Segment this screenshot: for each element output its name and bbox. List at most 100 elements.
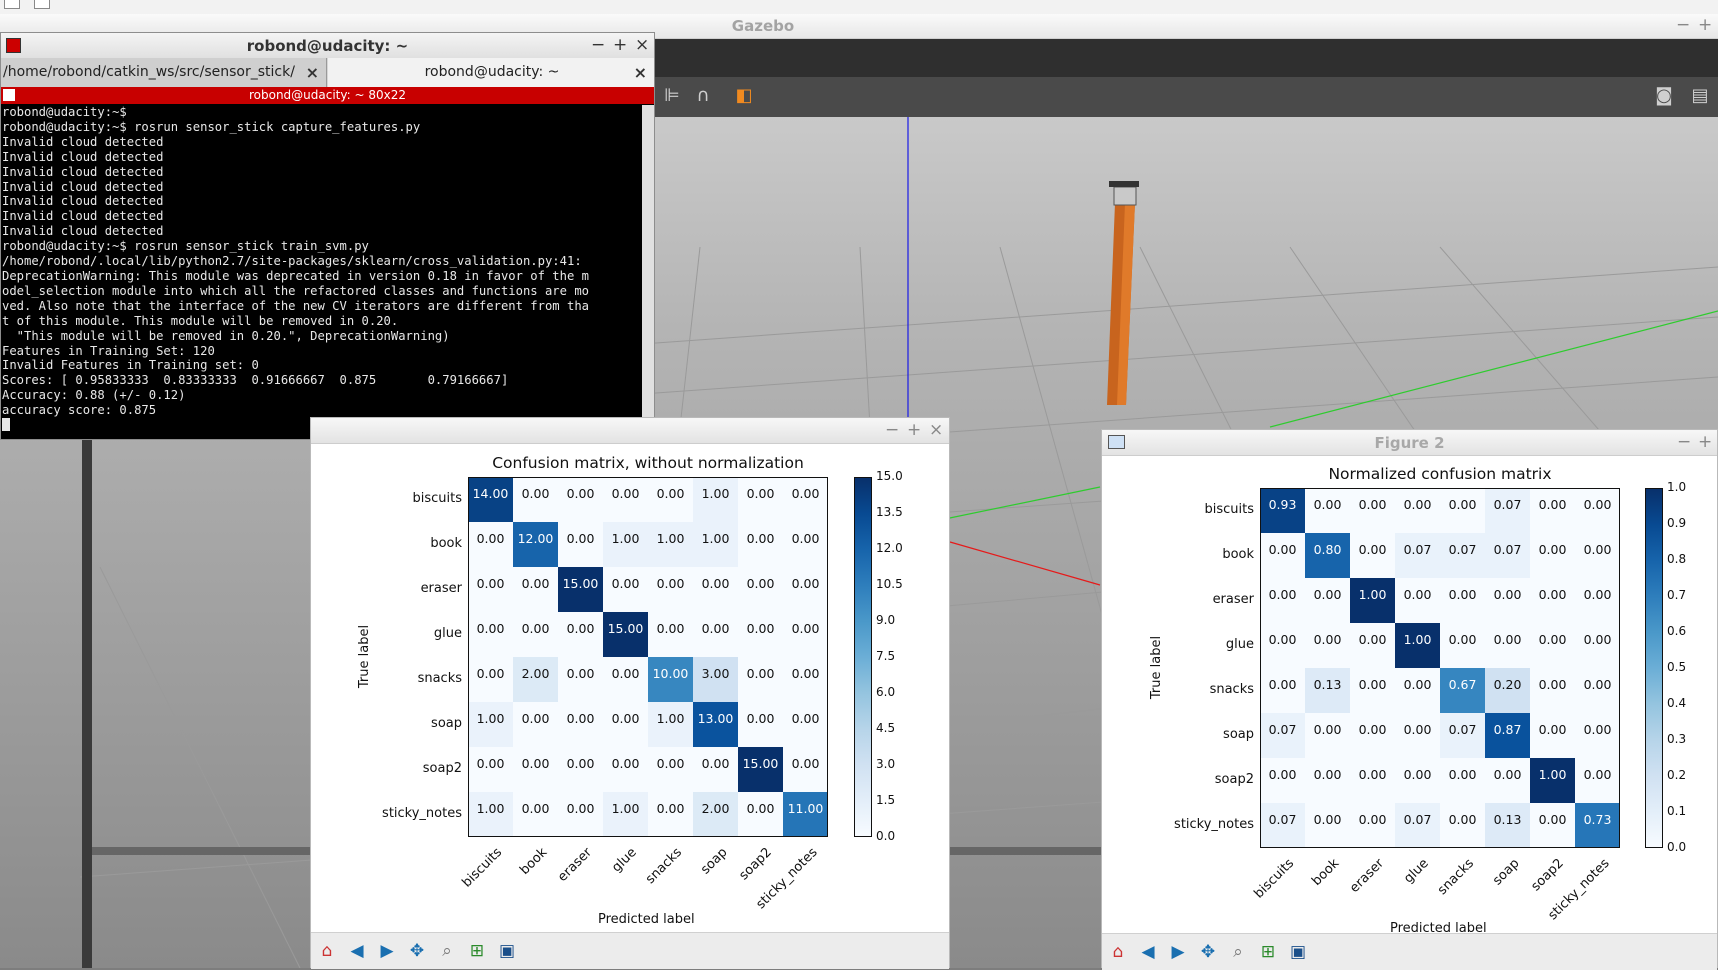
row-label: soap <box>1223 726 1254 742</box>
matrix-cell: 0.00 <box>558 477 603 522</box>
matrix-cell: 0.00 <box>693 567 738 612</box>
matrix-cell: 0.00 <box>1530 713 1575 758</box>
terminal-scrollbar[interactable] <box>642 105 654 439</box>
record-icon[interactable]: ▤ <box>1689 85 1711 107</box>
minimize-button[interactable]: − <box>1677 432 1691 452</box>
close-tab-icon[interactable]: × <box>306 58 319 87</box>
figure-2-title: Figure 2 <box>1374 434 1445 452</box>
y-axis-label: True label <box>357 624 373 689</box>
matrix-cell: 0.80 <box>1305 533 1350 578</box>
row-label: biscuits <box>412 490 462 506</box>
maximize-button[interactable]: + <box>1698 15 1712 35</box>
figure-2-window[interactable]: Figure 2 − + Normalized confusion matrix… <box>1101 429 1718 970</box>
colorbar-tick-label: 0.0 <box>876 829 896 843</box>
snap-icon[interactable]: ∩ <box>692 85 714 107</box>
figure-1-window[interactable]: − + × Confusion matrix, without normaliz… <box>310 417 950 969</box>
tab-label: robond@udacity: ~ <box>424 64 560 80</box>
matrix-cell: 0.00 <box>603 702 648 747</box>
column-label: soap2 <box>736 845 776 884</box>
matrix-cell: 0.00 <box>738 702 783 747</box>
row-label: soap2 <box>422 760 462 776</box>
matrix-cell: 1.00 <box>1350 578 1395 623</box>
row-label: glue <box>433 625 462 641</box>
figure-1-titlebar: − + × <box>311 418 949 444</box>
matrix-cell: 0.07 <box>1260 713 1305 758</box>
matrix-cell: 0.00 <box>1440 578 1485 623</box>
figure-2-toolbar: ⌂ ◀ ▶ ✥ ⌕ ⊞ ▣ <box>1102 933 1717 970</box>
matrix-cell: 0.00 <box>513 567 558 612</box>
terminal-line: Invalid cloud detected <box>2 194 164 209</box>
home-icon[interactable]: ⌂ <box>315 939 339 963</box>
zoom-icon[interactable]: ⌕ <box>435 939 459 963</box>
zoom-icon[interactable]: ⌕ <box>1226 940 1250 964</box>
matrix-cell: 1.00 <box>468 702 513 747</box>
matrix-cell: 0.07 <box>1260 803 1305 848</box>
matrix-cell: 0.00 <box>1305 803 1350 848</box>
terminal-tab-active[interactable]: robond@udacity: ~ × <box>328 58 654 87</box>
maximize-button[interactable]: + <box>907 420 921 440</box>
configure-subplots-icon[interactable]: ⊞ <box>1256 940 1280 964</box>
maximize-button[interactable]: + <box>613 35 627 55</box>
close-button[interactable]: × <box>635 35 649 55</box>
camera-icon[interactable]: ◙ <box>1653 85 1675 107</box>
pan-icon[interactable]: ✥ <box>1196 940 1220 964</box>
side-panel-splitter[interactable] <box>82 401 92 968</box>
align-icon[interactable]: ⊫ <box>661 85 683 107</box>
matrix-cell: 0.00 <box>783 747 828 792</box>
window-icon[interactable] <box>34 0 50 9</box>
matrix-cell: 0.00 <box>1485 758 1530 803</box>
colorbar-tick-label: 1.5 <box>876 793 896 807</box>
save-icon[interactable]: ▣ <box>495 939 519 963</box>
terminal-tab[interactable]: /home/robond/catkin_ws/src/sensor_stick/… <box>1 58 327 87</box>
matrix-cell: 0.00 <box>1575 713 1620 758</box>
matrix-cell: 0.07 <box>1395 803 1440 848</box>
matrix-cell: 0.00 <box>1440 758 1485 803</box>
matrix-cell: 0.00 <box>783 612 828 657</box>
close-button[interactable]: × <box>929 420 943 440</box>
pan-icon[interactable]: ✥ <box>405 939 429 963</box>
minimize-button[interactable]: − <box>885 420 899 440</box>
y-axis-label: True label <box>1149 635 1165 700</box>
window-icon[interactable] <box>4 0 20 9</box>
terminal-line: odel_selection module into which all the… <box>2 283 589 298</box>
maximize-button[interactable]: + <box>1698 432 1712 452</box>
colorbar-tick-label: 0.9 <box>1667 516 1687 530</box>
matrix-cell: 0.00 <box>1350 803 1395 848</box>
terminal-line: robond@udacity:~$ rosrun sensor_stick ca… <box>2 119 421 134</box>
forward-arrow-icon[interactable]: ▶ <box>375 939 399 963</box>
column-label: eraser <box>555 845 596 885</box>
matrix-cell: 0.00 <box>648 477 693 522</box>
matrix-cell: 1.00 <box>603 522 648 567</box>
configure-subplots-icon[interactable]: ⊞ <box>465 939 489 963</box>
matrix-cell: 0.00 <box>1395 488 1440 533</box>
matrix-cell: 15.00 <box>558 567 603 612</box>
terminal-line: Invalid Features in Training set: 0 <box>2 358 259 373</box>
column-label: biscuits <box>1251 856 1298 902</box>
save-icon[interactable]: ▣ <box>1286 940 1310 964</box>
home-icon[interactable]: ⌂ <box>1106 940 1130 964</box>
matrix-cell: 11.00 <box>783 792 828 837</box>
matrix-cell: 0.07 <box>1395 533 1440 578</box>
back-arrow-icon[interactable]: ◀ <box>1136 940 1160 964</box>
row-label: eraser <box>420 580 462 596</box>
column-label: soap2 <box>1528 856 1568 895</box>
back-arrow-icon[interactable]: ◀ <box>345 939 369 963</box>
matrix-cell: 15.00 <box>603 612 648 657</box>
terminal-output[interactable]: robond@udacity:~$ robond@udacity:~$ rosru… <box>2 105 642 439</box>
forward-arrow-icon[interactable]: ▶ <box>1166 940 1190 964</box>
plot-title: Normalized confusion matrix <box>1328 465 1552 483</box>
minimize-button[interactable]: − <box>1676 15 1690 35</box>
close-tab-icon[interactable]: × <box>634 58 647 87</box>
matrix-cell: 0.00 <box>468 567 513 612</box>
matrix-cell: 0.00 <box>1260 623 1305 668</box>
shape-icon[interactable]: ◧ <box>733 85 755 107</box>
matrix-cell: 1.00 <box>693 522 738 567</box>
matrix-cell: 0.00 <box>1395 758 1440 803</box>
matrix-cell: 0.00 <box>1575 578 1620 623</box>
terminal-window[interactable]: robond@udacity: ~ − + × /home/robond/cat… <box>0 32 655 463</box>
minimize-button[interactable]: − <box>591 35 605 55</box>
matrix-cell: 0.00 <box>783 657 828 702</box>
tab-label: /home/robond/catkin_ws/src/sensor_stick/ <box>3 64 295 80</box>
colorbar-tick-label: 10.5 <box>876 577 903 591</box>
colorbar-tick-label: 0.8 <box>1667 552 1687 566</box>
